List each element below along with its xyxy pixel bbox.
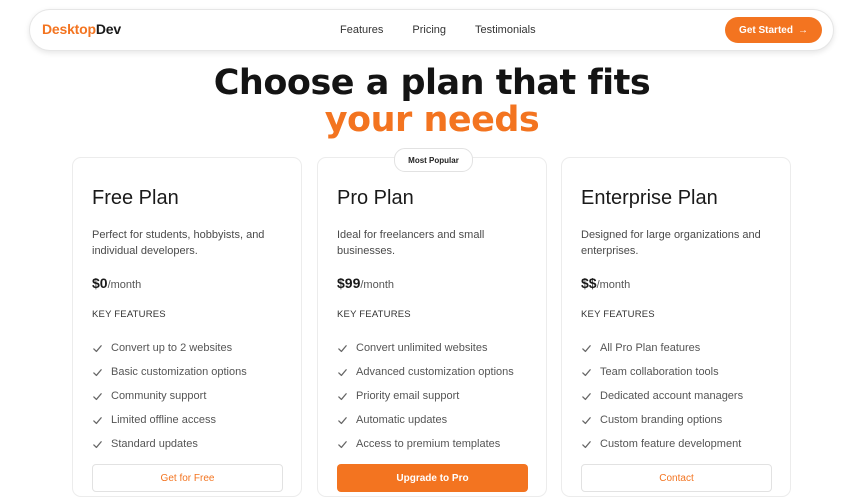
nav-links: Features Pricing Testimonials [340, 24, 536, 36]
features-heading: KEY FEATURES [581, 309, 655, 320]
feature-label: Standard updates [111, 438, 198, 450]
check-icon [338, 440, 347, 448]
check-icon [93, 368, 102, 376]
feature-item: Convert unlimited websites [337, 336, 514, 360]
features-heading: KEY FEATURES [92, 309, 166, 320]
page-title-accent: your needs [324, 100, 540, 140]
check-icon [338, 368, 347, 376]
page-title: Choose a plan that fits [213, 63, 651, 103]
plan-price: $$/month [581, 275, 630, 291]
feature-label: Convert up to 2 websites [111, 342, 233, 354]
price-amount: $99 [337, 275, 361, 291]
price-amount: $$ [581, 275, 597, 291]
check-icon [93, 440, 102, 448]
check-icon [582, 344, 591, 352]
feature-label: Automatic updates [356, 414, 448, 426]
feature-item: Convert up to 2 websites [92, 336, 247, 360]
feature-item: Custom branding options [581, 408, 743, 432]
check-icon [93, 392, 102, 400]
plan-description: Perfect for students, hobbyists, and ind… [92, 229, 265, 257]
feature-item: All Pro Plan features [581, 336, 743, 360]
check-icon [93, 416, 102, 424]
feature-label: Dedicated account managers [600, 390, 744, 402]
feature-label: Advanced customization options [356, 366, 514, 378]
feature-list: Convert up to 2 websites Basic customiza… [92, 336, 247, 456]
feature-item: Basic customization options [92, 360, 247, 384]
feature-label: Priority email support [356, 390, 460, 402]
price-amount: $0 [92, 275, 108, 291]
feature-item: Dedicated account managers [581, 384, 743, 408]
check-icon [582, 392, 591, 400]
feature-label: Convert unlimited websites [356, 342, 488, 354]
feature-list: All Pro Plan features Team collaboration… [581, 336, 743, 456]
logo-primary: Desktop [42, 21, 96, 37]
plan-price: $0/month [92, 275, 141, 291]
plan-card-enterprise: Enterprise Plan Designed for large organ… [561, 157, 791, 497]
plan-description: Ideal for freelancers and small business… [337, 229, 485, 257]
price-period: /month [360, 279, 394, 291]
contact-button[interactable]: Contact [581, 464, 772, 492]
feature-item: Community support [92, 384, 247, 408]
feature-item: Access to premium templates [337, 432, 514, 456]
check-icon [582, 440, 591, 448]
most-popular-badge: Most Popular [394, 148, 473, 172]
feature-item: Team collaboration tools [581, 360, 743, 384]
feature-item: Custom feature development [581, 432, 743, 456]
price-period: /month [596, 279, 631, 291]
feature-label: Access to premium templates [356, 438, 501, 450]
check-icon [582, 368, 591, 376]
plan-description: Designed for large organizations and ent… [581, 229, 761, 257]
get-started-button[interactable]: Get Started → [725, 17, 822, 43]
plan-name: Free Plan [92, 187, 179, 209]
plan-name: Pro Plan [337, 187, 414, 209]
check-icon [338, 344, 347, 352]
feature-label: Basic customization options [111, 366, 247, 378]
nav-link-testimonials[interactable]: Testimonials [475, 24, 536, 36]
feature-list: Convert unlimited websites Advanced cust… [337, 336, 514, 456]
features-heading: KEY FEATURES [337, 309, 411, 320]
plan-name: Enterprise Plan [581, 187, 718, 209]
check-icon [93, 344, 102, 352]
feature-item: Standard updates [92, 432, 247, 456]
navbar: DesktopDev Features Pricing Testimonials… [29, 9, 834, 51]
check-icon [582, 416, 591, 424]
feature-item: Limited offline access [92, 408, 247, 432]
get-started-label: Get Started [739, 24, 793, 36]
price-period: /month [107, 279, 142, 291]
feature-label: Custom branding options [600, 414, 723, 426]
feature-item: Automatic updates [337, 408, 514, 432]
plan-price: $99/month [337, 275, 394, 291]
feature-label: All Pro Plan features [600, 342, 701, 354]
logo-secondary: Dev [95, 21, 121, 37]
feature-label: Team collaboration tools [600, 366, 719, 378]
nav-link-features[interactable]: Features [340, 24, 383, 36]
feature-label: Community support [111, 390, 207, 402]
feature-item: Advanced customization options [337, 360, 514, 384]
plan-card-free: Free Plan Perfect for students, hobbyist… [72, 157, 302, 497]
check-icon [338, 392, 347, 400]
get-for-free-button[interactable]: Get for Free [92, 464, 283, 492]
feature-label: Custom feature development [600, 438, 742, 450]
check-icon [338, 416, 347, 424]
plan-card-pro: Most Popular Pro Plan Ideal for freelanc… [317, 148, 547, 497]
feature-item: Priority email support [337, 384, 514, 408]
logo[interactable]: DesktopDev [42, 21, 121, 37]
upgrade-to-pro-button[interactable]: Upgrade to Pro [337, 464, 528, 492]
feature-label: Limited offline access [111, 414, 216, 426]
arrow-right-icon: → [797, 24, 808, 36]
nav-link-pricing[interactable]: Pricing [412, 24, 446, 36]
